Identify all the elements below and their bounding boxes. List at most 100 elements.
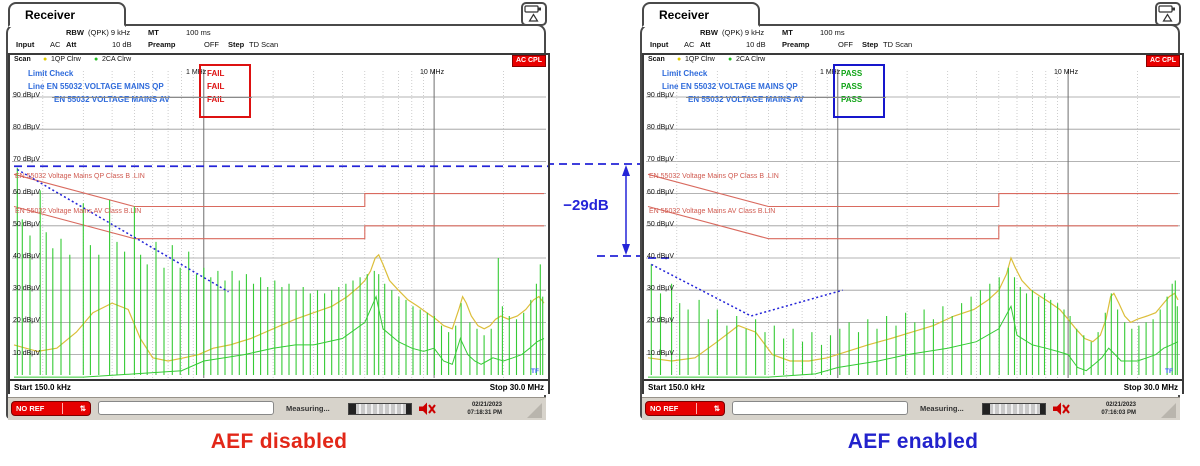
gridline-over-text (52, 97, 252, 98)
transducer-factor-marker: TF (1165, 368, 1173, 375)
measuring-status-label: Measuring... (920, 404, 964, 413)
delta-db-label: −29dB (550, 197, 622, 214)
y-axis-label: 30 dBµV (13, 285, 40, 292)
trace1-color-dot-icon: ● (43, 56, 47, 63)
att-label: Att (700, 40, 710, 49)
y-axis-label: 90 dBµV (13, 92, 40, 99)
no-ref-button[interactable]: NO REF ⇅ (645, 401, 725, 416)
grid (12, 69, 546, 378)
trace-average (14, 255, 544, 361)
no-ref-button[interactable]: NO REF ⇅ (11, 401, 91, 416)
resize-grip[interactable] (1161, 403, 1176, 418)
input-value: AC (684, 40, 694, 49)
y-axis-label: 50 dBµV (647, 221, 674, 228)
battery-status-icon (521, 2, 547, 26)
trace2-color-dot-icon: ● (728, 56, 732, 63)
spectrum-plot (10, 67, 548, 379)
y-axis-label: 10 dBµV (647, 350, 674, 357)
measurement-area: Scan ● 1QP Clrw ● 2CA Clrw AC CPL Limit … (8, 53, 550, 394)
scan-trace-bar: Scan ● 1QP Clrw ● 2CA Clrw AC CPL (644, 55, 1182, 67)
step-label: Step (228, 40, 244, 49)
window-tab-receiver[interactable]: Receiver (642, 2, 760, 27)
trace1-label[interactable]: 1QP Clrw (685, 56, 715, 63)
limit-lines (14, 174, 544, 238)
y-axis-label: 80 dBµV (13, 124, 40, 131)
limit-check-line-qp: Line EN 55032 VOLTAGE MAINS QP (662, 82, 798, 91)
entry-field[interactable] (732, 401, 908, 415)
receiver-window-right: Receiver RBW (QPK) 9 kHz MT 100 ms Input… (640, 2, 1186, 423)
limit-label-av: EN 55032 Voltage Mains AV Class B.LIN (15, 208, 141, 215)
limit-check-title: Limit Check (662, 69, 707, 78)
blue-reference-lines (648, 258, 843, 316)
frequency-range-bar: Start 150.0 kHz Stop 30.0 MHz (10, 379, 548, 395)
transducer-factor-marker: TF (531, 368, 539, 375)
y-axis-label: 10 dBµV (13, 350, 40, 357)
gridline-over-text (686, 97, 886, 98)
limit-lines (648, 174, 1178, 238)
preamp-label: Preamp (782, 40, 810, 49)
limit-label-qp: EN 55032 Voltage Mains QP Class B .LIN (649, 173, 779, 180)
status-taskbar: NO REF ⇅ Measuring... 02/21/2023 07:18:3… (8, 397, 546, 420)
speaker-muted-icon[interactable] (418, 402, 436, 416)
limit-label-qp: EN 55032 Voltage Mains QP Class B .LIN (15, 173, 145, 180)
input-label: Input (650, 40, 668, 49)
scan-label: Scan (648, 56, 665, 63)
limit-check-line-qp: Line EN 55032 VOLTAGE MAINS QP (28, 82, 164, 91)
arrowhead-up-icon (622, 165, 630, 176)
stepper-arrows-icon[interactable]: ⇅ (80, 404, 86, 413)
resize-grip[interactable] (527, 403, 542, 418)
input-value: AC (50, 40, 60, 49)
scan-trace-bar: Scan ● 1QP Clrw ● 2CA Clrw AC CPL (10, 55, 548, 67)
datetime-display: 02/21/2023 07:16:03 PM (1101, 401, 1136, 417)
att-value: 10 dB (746, 40, 766, 49)
trace1-label[interactable]: 1QP Clrw (51, 56, 81, 63)
measurement-area: Scan ● 1QP Clrw ● 2CA Clrw AC CPL Limit … (642, 53, 1184, 394)
receiver-window-left: Receiver RBW (QPK) 9 kHz MT 100 ms Input… (6, 2, 552, 423)
mt-value: 100 ms (820, 28, 845, 37)
caption-aef-disabled: AEF disabled (6, 430, 552, 454)
y-axis-label: 90 dBµV (647, 92, 674, 99)
step-value: TD Scan (883, 40, 912, 49)
y-axis-label: 30 dBµV (647, 285, 674, 292)
comparison-figure: AEF disabled AEF enabled −29dB Receiver … (0, 0, 1200, 466)
rbw-value: (QPK) 9 kHz (88, 28, 130, 37)
stop-frequency-label: Stop 30.0 MHz (490, 383, 544, 392)
y-axis-label: 60 dBµV (647, 189, 674, 196)
measurement-progress-bar (982, 403, 1046, 415)
measurement-progress-bar (348, 403, 412, 415)
y-axis-label: 80 dBµV (647, 124, 674, 131)
y-axis-label: 70 dBµV (13, 156, 40, 163)
stop-frequency-label: Stop 30.0 MHz (1124, 383, 1178, 392)
divider (696, 403, 697, 414)
y-axis-label: 60 dBµV (13, 189, 40, 196)
preamp-value: OFF (204, 40, 219, 49)
battery-status-icon (1155, 2, 1181, 26)
divider (62, 403, 63, 414)
mt-label: MT (782, 28, 793, 37)
date-label: 02/21/2023 (1106, 402, 1136, 408)
battery-warning-glyph (1157, 4, 1179, 24)
window-tab-label: Receiver (25, 8, 75, 22)
mt-value: 100 ms (186, 28, 211, 37)
mt-label: MT (148, 28, 159, 37)
speaker-muted-icon[interactable] (1052, 402, 1070, 416)
measuring-status-label: Measuring... (286, 404, 330, 413)
y-axis-label: 20 dBµV (647, 317, 674, 324)
window-tab-receiver[interactable]: Receiver (8, 2, 126, 27)
input-label: Input (16, 40, 34, 49)
rbw-value: (QPK) 9 kHz (722, 28, 764, 37)
window-tab-label: Receiver (659, 8, 709, 22)
trace2-label[interactable]: 2CA Clrw (736, 56, 765, 63)
trace2-label[interactable]: 2CA Clrw (102, 56, 131, 63)
stepper-arrows-icon[interactable]: ⇅ (714, 404, 720, 413)
start-frequency-label: Start 150.0 kHz (648, 383, 705, 392)
start-frequency-label: Start 150.0 kHz (14, 383, 71, 392)
entry-field[interactable] (98, 401, 274, 415)
trace-quasi-peak (14, 168, 544, 377)
arrowhead-down-icon (622, 244, 630, 255)
datetime-display: 02/21/2023 07:18:31 PM (467, 401, 502, 417)
battery-warning-glyph (523, 4, 545, 24)
rbw-label: RBW (66, 28, 84, 37)
trace-quasi-peak (648, 264, 1178, 377)
blue-reference-lines (14, 166, 548, 292)
